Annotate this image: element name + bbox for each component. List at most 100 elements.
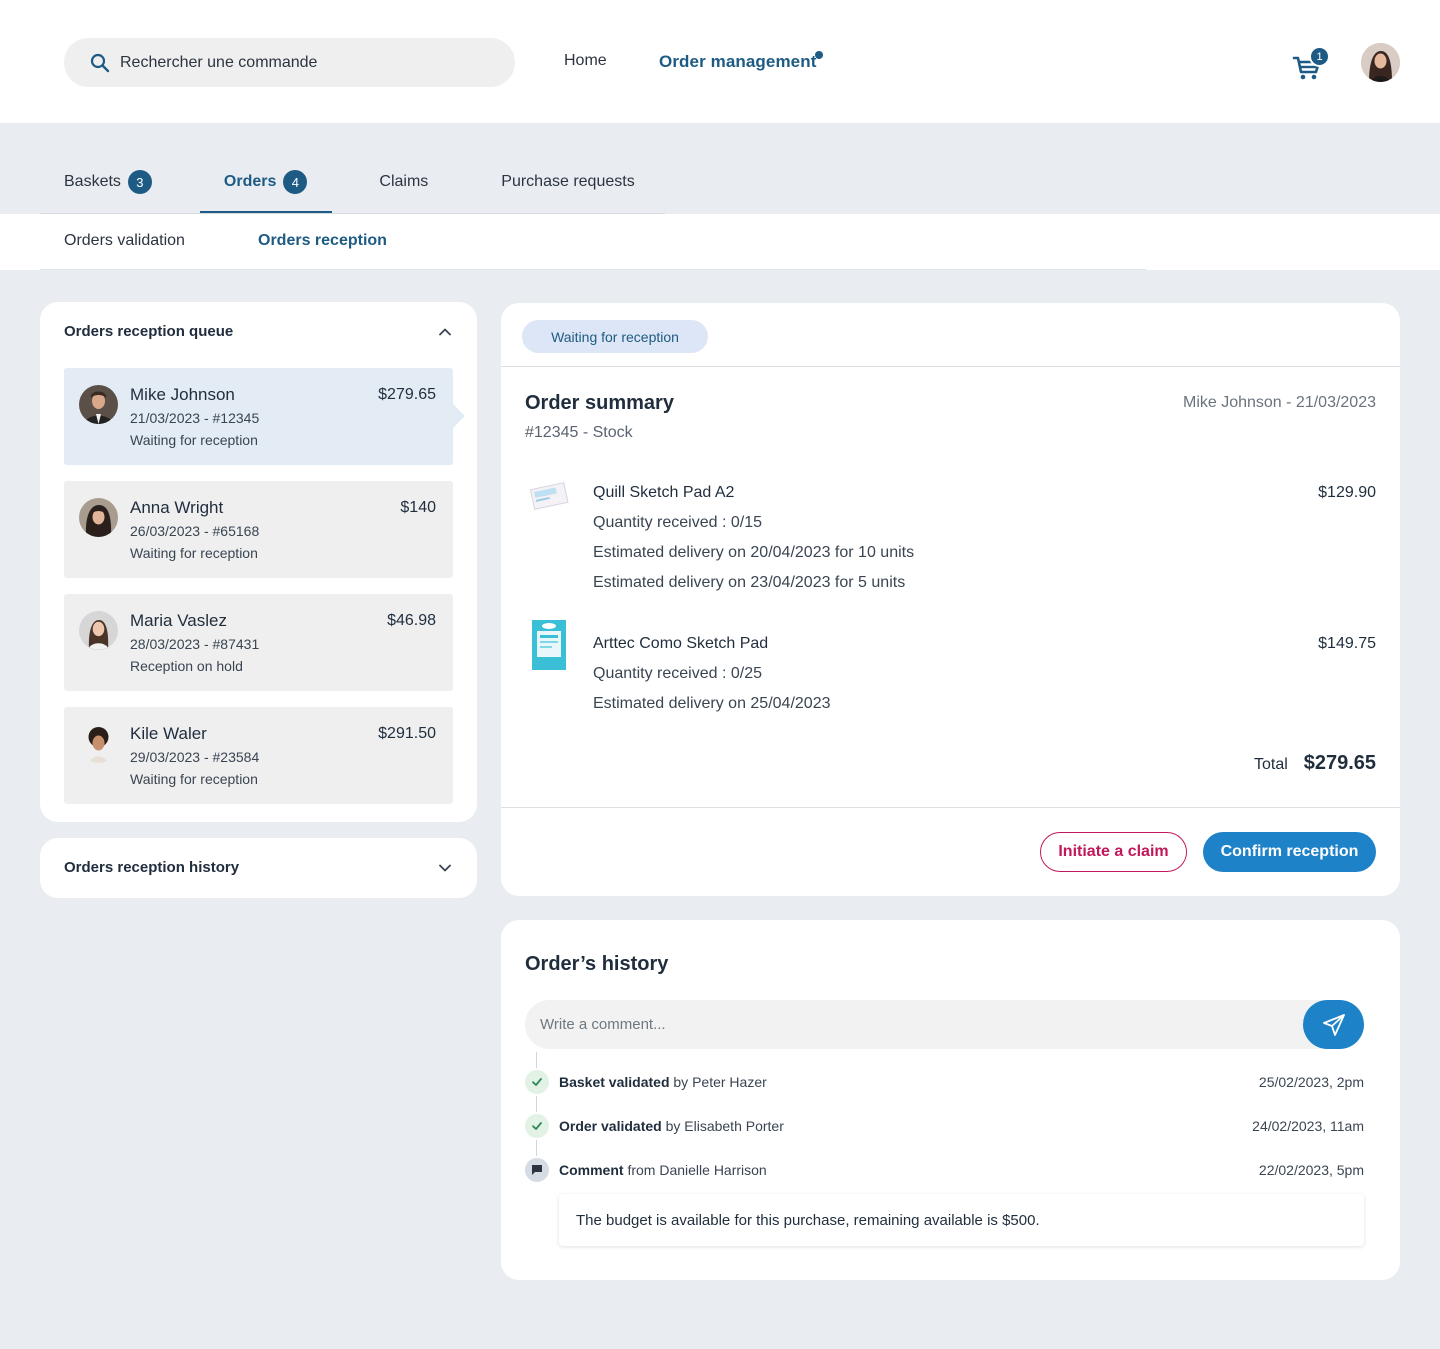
nav-order-management-link[interactable]: Order management [659,52,816,72]
customer-name: Mike Johnson [130,385,235,404]
initiate-claim-button[interactable]: Initiate a claim [1040,832,1187,872]
product-price: $129.90 [1318,484,1376,501]
chevron-up-icon[interactable] [437,324,453,340]
chevron-down-icon[interactable] [437,860,453,876]
customer-and-date: Mike Johnson - 21/03/2023 [1182,394,1376,411]
tab-baskets[interactable]: Baskets 3 [64,150,152,214]
search-icon [88,51,112,75]
tab-claims[interactable]: Claims [379,150,428,214]
avatar [79,385,118,424]
tab-orders[interactable]: Orders 4 [223,150,308,214]
product-price: $149.75 [1318,635,1376,652]
subtab-orders-reception[interactable]: Orders reception [258,232,387,250]
send-icon [1322,1013,1345,1036]
user-avatar[interactable] [1361,43,1400,82]
tab-label: Purchase requests [501,173,635,190]
timeline-event: Basket validated by Peter Hazer [559,1074,767,1090]
order-status: Waiting for reception [130,432,258,448]
order-meta: 28/03/2023 - #87431 [130,636,260,652]
orders-reception-history-panel[interactable]: Orders reception history [40,838,477,898]
order-meta: 21/03/2023 - #12345 [130,410,260,426]
panel-title: Orders reception history [64,859,240,876]
search-bar[interactable]: Rechercher une commande [64,38,515,87]
queue-item[interactable]: Maria Vaslez 28/03/2023 - #87431 Recepti… [64,594,453,691]
status-badge: Waiting for reception [522,320,708,353]
total-value: $279.65 [1303,752,1376,774]
estimated-delivery: Estimated delivery on 23/04/2023 for 5 u… [593,574,906,591]
order-summary-title: Order summary [525,392,674,414]
timeline-connector [536,1096,537,1112]
check-icon [525,1070,549,1094]
order-meta: 26/03/2023 - #65168 [130,523,260,539]
total-label: Total [1254,756,1288,773]
order-summary-panel: Waiting for reception Order summary #123… [501,303,1400,896]
comment-icon [525,1158,549,1182]
order-status: Reception on hold [130,658,243,674]
event-date: 25/02/2023, 2pm [1258,1074,1364,1090]
subnav-divider [40,269,1146,270]
nav-home-link[interactable]: Home [564,52,607,70]
cart-count-badge: 1 [1309,46,1330,67]
timeline-connector [536,1052,537,1068]
order-price: $46.98 [387,612,436,629]
tab-label: Baskets [64,173,121,190]
tab-count-badge: 4 [283,170,308,194]
queue-item-selected[interactable]: Mike Johnson 21/03/2023 - #12345 Waiting… [64,368,465,465]
main-tabs: Baskets 3 Orders 4 Claims Purchase reque… [40,150,635,214]
quantity-received: Quantity received : 0/15 [593,514,762,531]
timeline-event: Comment from Danielle Harrison [559,1162,767,1178]
order-meta: 29/03/2023 - #23584 [130,749,260,765]
check-icon [525,1114,549,1138]
product-image [528,619,570,670]
product-name: Quill Sketch Pad A2 [593,484,735,501]
event-action: Comment [559,1162,624,1178]
event-action: Basket validated [559,1074,670,1090]
active-nav-indicator [815,51,823,59]
send-comment-button[interactable] [1303,1000,1364,1049]
product-image [528,478,570,528]
event-date: 22/02/2023, 5pm [1258,1162,1364,1178]
subtab-orders-validation[interactable]: Orders validation [64,232,185,250]
selection-pointer [453,404,465,428]
product-name: Arttec Como Sketch Pad [593,635,769,652]
comment-input[interactable] [540,1000,1280,1049]
panel-title: Orders reception queue [64,323,234,340]
divider [501,366,1400,367]
estimated-delivery: Estimated delivery on 25/04/2023 [593,695,831,712]
order-price: $279.65 [378,386,436,403]
order-history-panel: Order’s history Basket validated by Pete… [501,920,1400,1280]
avatar [79,724,118,763]
event-date: 24/02/2023, 11am [1252,1118,1364,1134]
estimated-delivery: Estimated delivery on 20/04/2023 for 10 … [593,544,915,561]
comment-bubble: The budget is available for this purchas… [559,1194,1364,1246]
queue-item[interactable]: Kile Waler 29/03/2023 - #23584 Waiting f… [64,707,453,804]
active-tab-underline [200,211,332,213]
confirm-reception-button[interactable]: Confirm reception [1203,832,1376,872]
customer-name: Kile Waler [130,724,207,743]
customer-name: Anna Wright [130,498,224,517]
order-history-title: Order’s history [525,953,669,975]
order-status: Waiting for reception [130,545,258,561]
order-price: $140 [400,499,436,516]
quantity-received: Quantity received : 0/25 [593,665,762,682]
top-header: Rechercher une commande Home Order manag… [0,0,1440,123]
divider [501,807,1400,808]
timeline-connector [536,1140,537,1156]
event-actor: by Peter Hazer [673,1074,767,1090]
comment-field[interactable] [525,1000,1364,1049]
event-actor: from Danielle Harrison [627,1162,767,1178]
order-status: Waiting for reception [130,771,258,787]
tab-label: Claims [379,173,429,190]
queue-item[interactable]: Anna Wright 26/03/2023 - #65168 Waiting … [64,481,453,578]
avatar [79,498,118,537]
orders-reception-queue-panel: Orders reception queue Mike Johnson 21/0… [40,302,477,822]
order-reference: #12345 - Stock [525,424,633,441]
tab-label: Orders [223,173,277,190]
avatar [79,611,118,650]
order-price: $291.50 [378,725,436,742]
event-actor: by Elisabeth Porter [665,1118,784,1134]
tab-purchase-requests[interactable]: Purchase requests [501,150,634,214]
event-action: Order validated [559,1118,662,1134]
search-input[interactable]: Rechercher une commande [120,54,317,72]
timeline-event: Order validated by Elisabeth Porter [559,1118,784,1134]
